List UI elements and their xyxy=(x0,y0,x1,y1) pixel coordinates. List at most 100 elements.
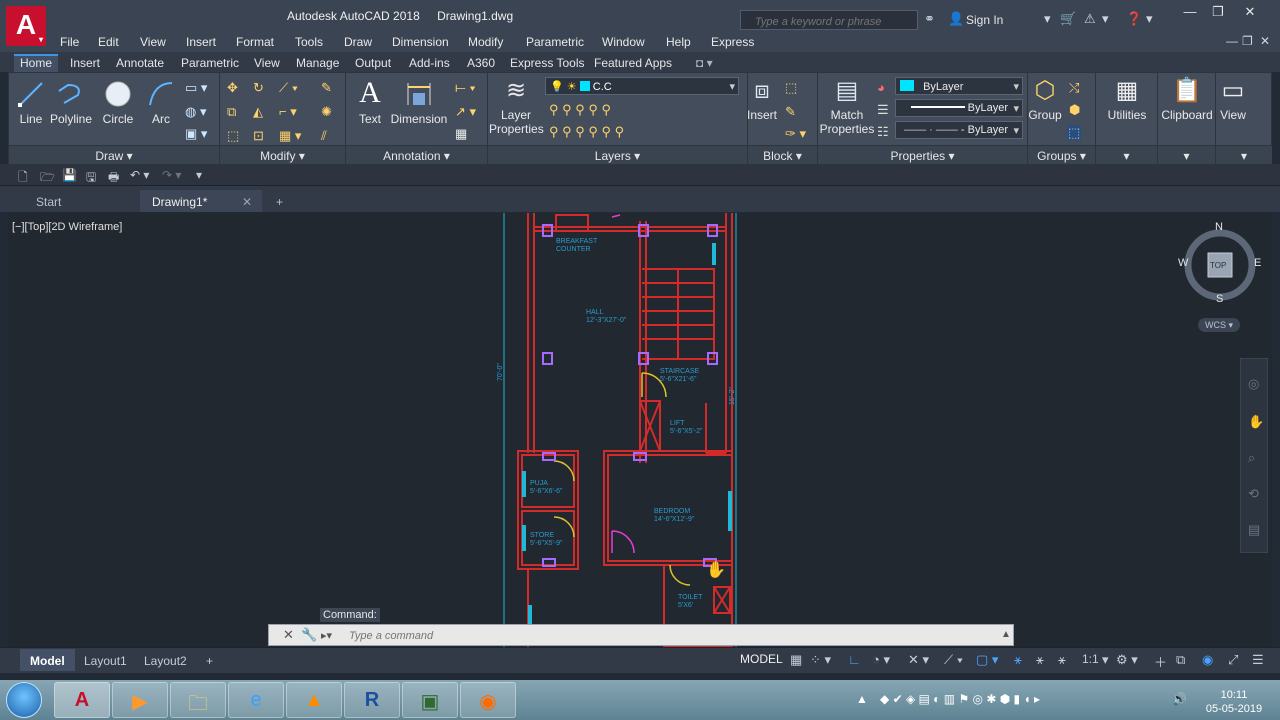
menu-format[interactable]: Format xyxy=(236,35,274,49)
qat-customize-icon[interactable]: ▾ xyxy=(196,168,202,182)
close-button[interactable]: ✕ xyxy=(1236,4,1264,22)
tab-insert[interactable]: Insert xyxy=(64,54,106,72)
mirror-icon[interactable]: ◭ xyxy=(253,105,263,118)
color-dropdown[interactable]: ByLayer xyxy=(895,77,1023,95)
chevron-down-icon[interactable]: ▾ xyxy=(1146,11,1153,27)
polar-icon[interactable]: ◔ ▾ xyxy=(872,652,890,668)
menu-window[interactable]: Window xyxy=(602,35,645,49)
add-icon[interactable]: ＋ xyxy=(1154,652,1167,671)
taskbar-revit[interactable]: R xyxy=(344,682,400,718)
command-input[interactable] xyxy=(349,628,989,644)
drawing-area[interactable]: [−][Top][2D Wireframe] BREAKFAST COUNTER… xyxy=(8,213,1272,647)
help-icon[interactable]: ❓ xyxy=(1126,11,1142,27)
exchange-icon[interactable]: ⚠ xyxy=(1084,11,1096,27)
menu-tools[interactable]: Tools xyxy=(295,35,323,49)
layer-properties-tool[interactable]: ≋ Layer Properties xyxy=(489,77,544,136)
insert-block-tool[interactable]: ⧈ Insert xyxy=(745,77,779,122)
taskbar-firefox[interactable]: ◉ xyxy=(460,682,516,718)
osnap-icon[interactable]: ⟋ ▾ xyxy=(944,652,963,668)
wcs-menu[interactable]: WCS ▾ xyxy=(1198,318,1240,332)
system-clock[interactable]: 10:11 05-05-2019 xyxy=(1196,688,1272,716)
panel-block[interactable]: Block ▾ xyxy=(748,145,817,165)
minimize-button[interactable]: — xyxy=(1176,4,1204,22)
dimension-tool[interactable]: Dimension xyxy=(389,79,449,126)
annotation-visibility-icon[interactable]: ⚹ xyxy=(1014,652,1022,668)
attribute-icon[interactable]: ✑ ▾ xyxy=(785,127,806,140)
lineweight-dropdown[interactable]: ByLayer xyxy=(895,99,1023,117)
tab-view[interactable]: View xyxy=(248,54,286,72)
annotation-scale-icon[interactable]: ⚹ xyxy=(1058,652,1066,668)
menu-dimension[interactable]: Dimension xyxy=(392,35,449,49)
windows-start-button[interactable] xyxy=(6,682,42,718)
offset-icon[interactable]: ⫽ xyxy=(321,129,327,142)
menu-file[interactable]: File xyxy=(60,35,79,49)
panel-utilities[interactable]: ▾ xyxy=(1096,145,1157,165)
circle-tool[interactable]: Circle xyxy=(99,79,137,126)
osnap-tracking-icon[interactable]: ✕ ▾ xyxy=(908,652,929,668)
customization-menu-icon[interactable]: ☰ xyxy=(1252,652,1264,668)
fillet-icon[interactable]: ⌐ ▾ xyxy=(279,105,297,118)
tab-model[interactable]: Model xyxy=(20,649,75,671)
match-properties-tool[interactable]: ▤ Match Properties xyxy=(819,77,875,136)
zoom-icon[interactable]: ⌕ xyxy=(1248,451,1255,464)
panel-annotation[interactable]: Annotation ▾ xyxy=(346,145,487,165)
menu-insert[interactable]: Insert xyxy=(186,35,216,49)
explode-icon[interactable]: ✺ xyxy=(321,105,332,118)
layer-tools-row1-icon[interactable]: ⚲ ⚲ ⚲ ⚲ ⚲ xyxy=(549,103,611,116)
tab-manage[interactable]: Manage xyxy=(290,54,345,72)
leader-icon[interactable]: ⟝ ▾ xyxy=(455,81,476,94)
model-space-toggle[interactable]: MODEL xyxy=(740,652,783,666)
taskbar-app[interactable]: ▣ xyxy=(402,682,458,718)
doc-minimize-icon[interactable]: — xyxy=(1226,34,1238,48)
taskbar-explorer[interactable]: 🗀 xyxy=(170,682,226,718)
orbit-icon[interactable]: ⟲ xyxy=(1248,487,1259,500)
taskbar-media-player[interactable]: ▶ xyxy=(112,682,168,718)
polyline-tool[interactable]: Polyline xyxy=(49,79,93,126)
stretch-icon[interactable]: ⬚ xyxy=(227,129,239,142)
menu-modify[interactable]: Modify xyxy=(468,35,503,49)
menu-edit[interactable]: Edit xyxy=(98,35,119,49)
menu-draw[interactable]: Draw xyxy=(344,35,372,49)
erase-icon[interactable]: ✎ xyxy=(321,81,332,94)
sign-in-button[interactable]: Sign In xyxy=(966,13,1003,27)
taskbar-autocad[interactable]: A xyxy=(54,682,110,718)
layer-tools-row2-icon[interactable]: ⚲ ⚲ ⚲ ⚲ ⚲ ⚲ xyxy=(549,125,624,138)
customize-command-icon[interactable]: 🔧 xyxy=(301,627,317,643)
viewcube[interactable]: N S E W TOP xyxy=(1178,221,1261,305)
chevron-down-icon[interactable]: ▾ xyxy=(1102,11,1109,27)
tab-layout2[interactable]: Layout2 xyxy=(134,649,197,671)
scale-icon[interactable]: ⊡ xyxy=(253,129,264,142)
recent-commands-icon[interactable]: ▸▾ xyxy=(321,629,332,642)
tab-home[interactable]: Home xyxy=(14,54,59,72)
binoculars-icon[interactable]: ⚭ xyxy=(924,11,935,27)
create-block-icon[interactable]: ⬚ xyxy=(785,81,797,94)
ungroup-icon[interactable]: ⤭ xyxy=(1069,81,1079,94)
layer-dropdown[interactable]: 💡 ☀ C.C xyxy=(545,77,739,95)
move-icon[interactable]: ✥ xyxy=(227,81,238,94)
steering-wheel-icon[interactable]: ◎ xyxy=(1248,377,1259,390)
grid-icon[interactable]: ▦ xyxy=(790,652,802,668)
cart-icon[interactable]: 🛒 xyxy=(1060,11,1076,27)
close-command-icon[interactable]: ✕ xyxy=(283,627,294,643)
save-icon[interactable]: 💾 xyxy=(62,168,77,182)
menu-parametric[interactable]: Parametric xyxy=(526,35,584,49)
isolate-objects-icon[interactable]: ⧉ xyxy=(1176,652,1185,668)
annotation-scale[interactable]: 1:1 xyxy=(1082,652,1099,666)
selection-cycling-icon[interactable]: ▢ ▾ xyxy=(976,652,998,668)
table-icon[interactable]: ▦ xyxy=(455,127,467,140)
ribbon-toggle-icon[interactable]: ◘ ▾ xyxy=(690,54,719,72)
edit-block-icon[interactable]: ✎ xyxy=(785,105,796,118)
linetype-dropdown[interactable]: —— · —— - ByLayer xyxy=(895,121,1023,139)
volume-icon[interactable]: 🔊 xyxy=(1172,692,1187,706)
workspace-gear-icon[interactable]: ⚙ ▾ xyxy=(1116,652,1138,668)
tab-drawing1[interactable]: Drawing1* ✕ xyxy=(140,190,262,212)
tab-start[interactable]: Start xyxy=(24,190,73,212)
arc-tool[interactable]: Arc xyxy=(143,79,179,126)
menu-help[interactable]: Help xyxy=(666,35,691,49)
menu-express[interactable]: Express xyxy=(711,35,754,49)
panel-modify[interactable]: Modify ▾ xyxy=(220,145,345,165)
new-layout-button[interactable]: + xyxy=(196,649,223,671)
tray-expand-icon[interactable]: ▲ xyxy=(856,692,868,706)
copy-icon[interactable]: ⧉ xyxy=(227,105,236,118)
doc-close-icon[interactable]: ✕ xyxy=(1260,34,1270,48)
